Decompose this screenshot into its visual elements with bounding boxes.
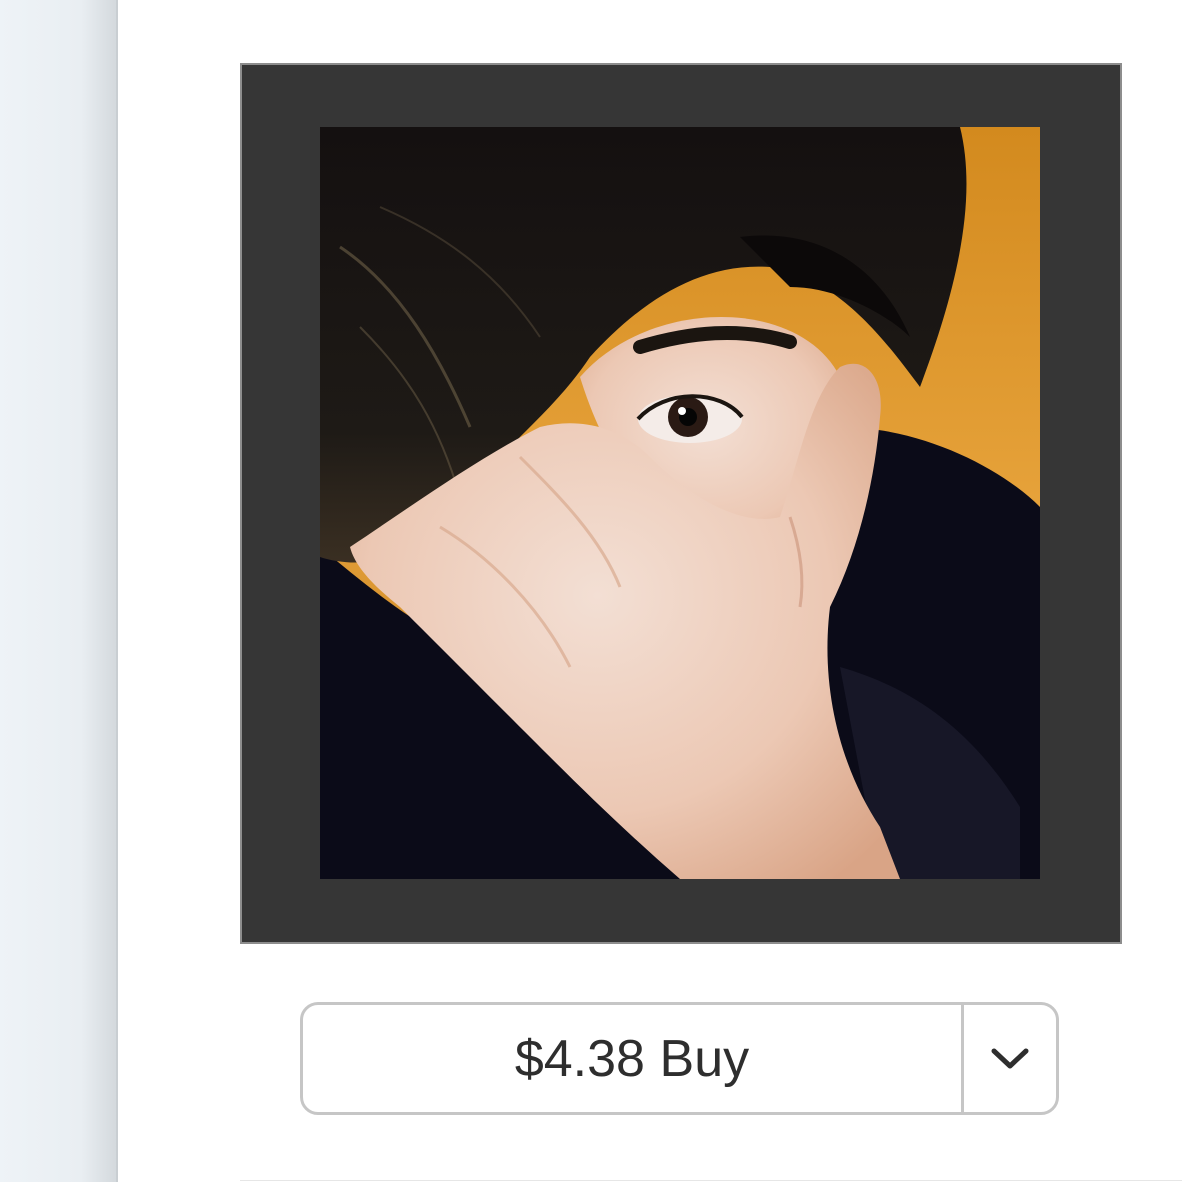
artwork-photo: [320, 127, 1040, 879]
chevron-down-icon: [991, 1048, 1029, 1068]
divider: [240, 1180, 1182, 1181]
artwork-image[interactable]: [320, 127, 1040, 879]
buy-button[interactable]: $4.38 Buy: [303, 1005, 961, 1112]
price-label: $4.38: [514, 1029, 645, 1088]
buy-control: $4.38 Buy: [300, 1002, 1059, 1115]
main-content: $4.38 Buy: [120, 0, 1182, 1182]
buy-label: Buy: [659, 1029, 750, 1088]
buy-options-dropdown[interactable]: [964, 1005, 1056, 1112]
sidebar: [0, 0, 118, 1182]
artwork-frame: [240, 63, 1122, 944]
